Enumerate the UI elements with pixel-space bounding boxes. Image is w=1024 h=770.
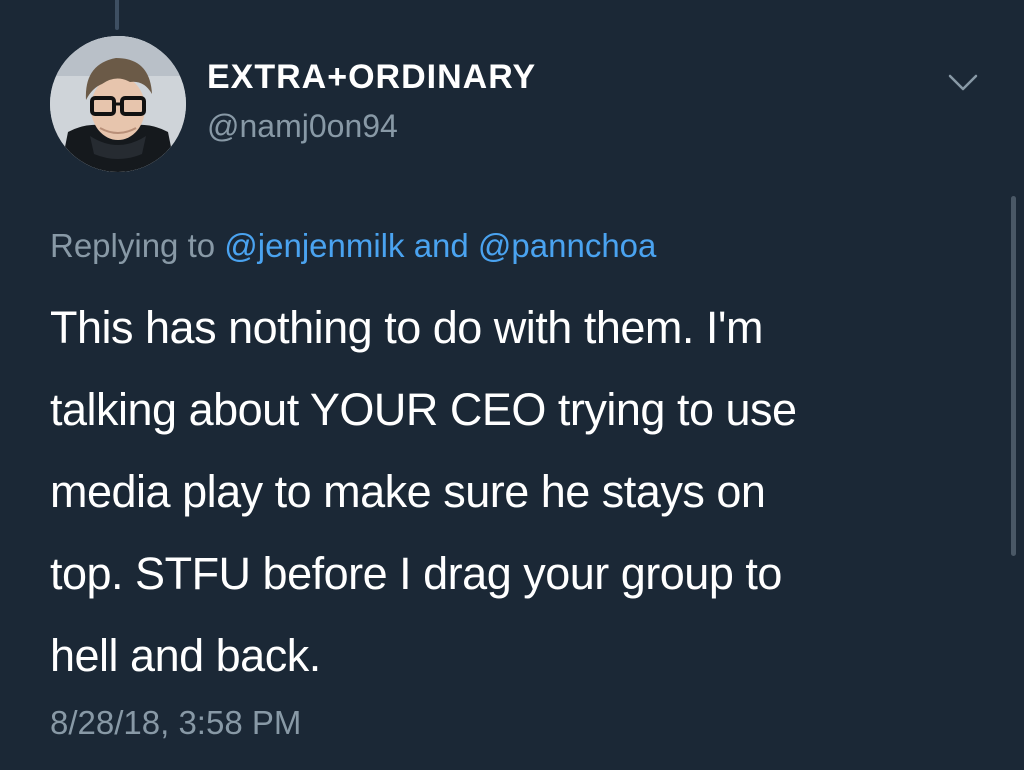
avatar[interactable] bbox=[50, 36, 186, 172]
replying-to-label: Replying to bbox=[50, 227, 216, 264]
tweet-text-line: This has nothing to do with them. I'm bbox=[50, 302, 763, 353]
replying-to-line: Replying to @jenjenmilk and @pannchoa bbox=[50, 227, 656, 265]
avatar-image bbox=[50, 36, 186, 172]
tweet-text-line: talking about YOUR CEO trying to use bbox=[50, 384, 797, 435]
scrollbar[interactable] bbox=[1011, 196, 1016, 556]
tweet-text-line: hell and back. bbox=[50, 630, 321, 681]
tweet-detail-screen: EXTRA+ORDINARY @namj0on94 Replying to @j… bbox=[0, 0, 1024, 770]
tweet-body: This has nothing to do with them. I'm ta… bbox=[50, 287, 970, 697]
tweet-timestamp[interactable]: 8/28/18, 3:58 PM bbox=[50, 704, 301, 742]
tweet-text-line: top. STFU before I drag your group to bbox=[50, 548, 782, 599]
user-handle[interactable]: @namj0on94 bbox=[207, 108, 398, 145]
chevron-down-icon[interactable] bbox=[946, 70, 980, 94]
thread-connector-line bbox=[115, 0, 119, 30]
reply-joiner: and bbox=[413, 227, 469, 264]
display-name[interactable]: EXTRA+ORDINARY bbox=[207, 58, 536, 97]
reply-mention-jenjenmilk[interactable]: @jenjenmilk bbox=[224, 227, 404, 264]
reply-mention-pannchoa[interactable]: @pannchoa bbox=[478, 227, 656, 264]
tweet-text-line: media play to make sure he stays on bbox=[50, 466, 766, 517]
